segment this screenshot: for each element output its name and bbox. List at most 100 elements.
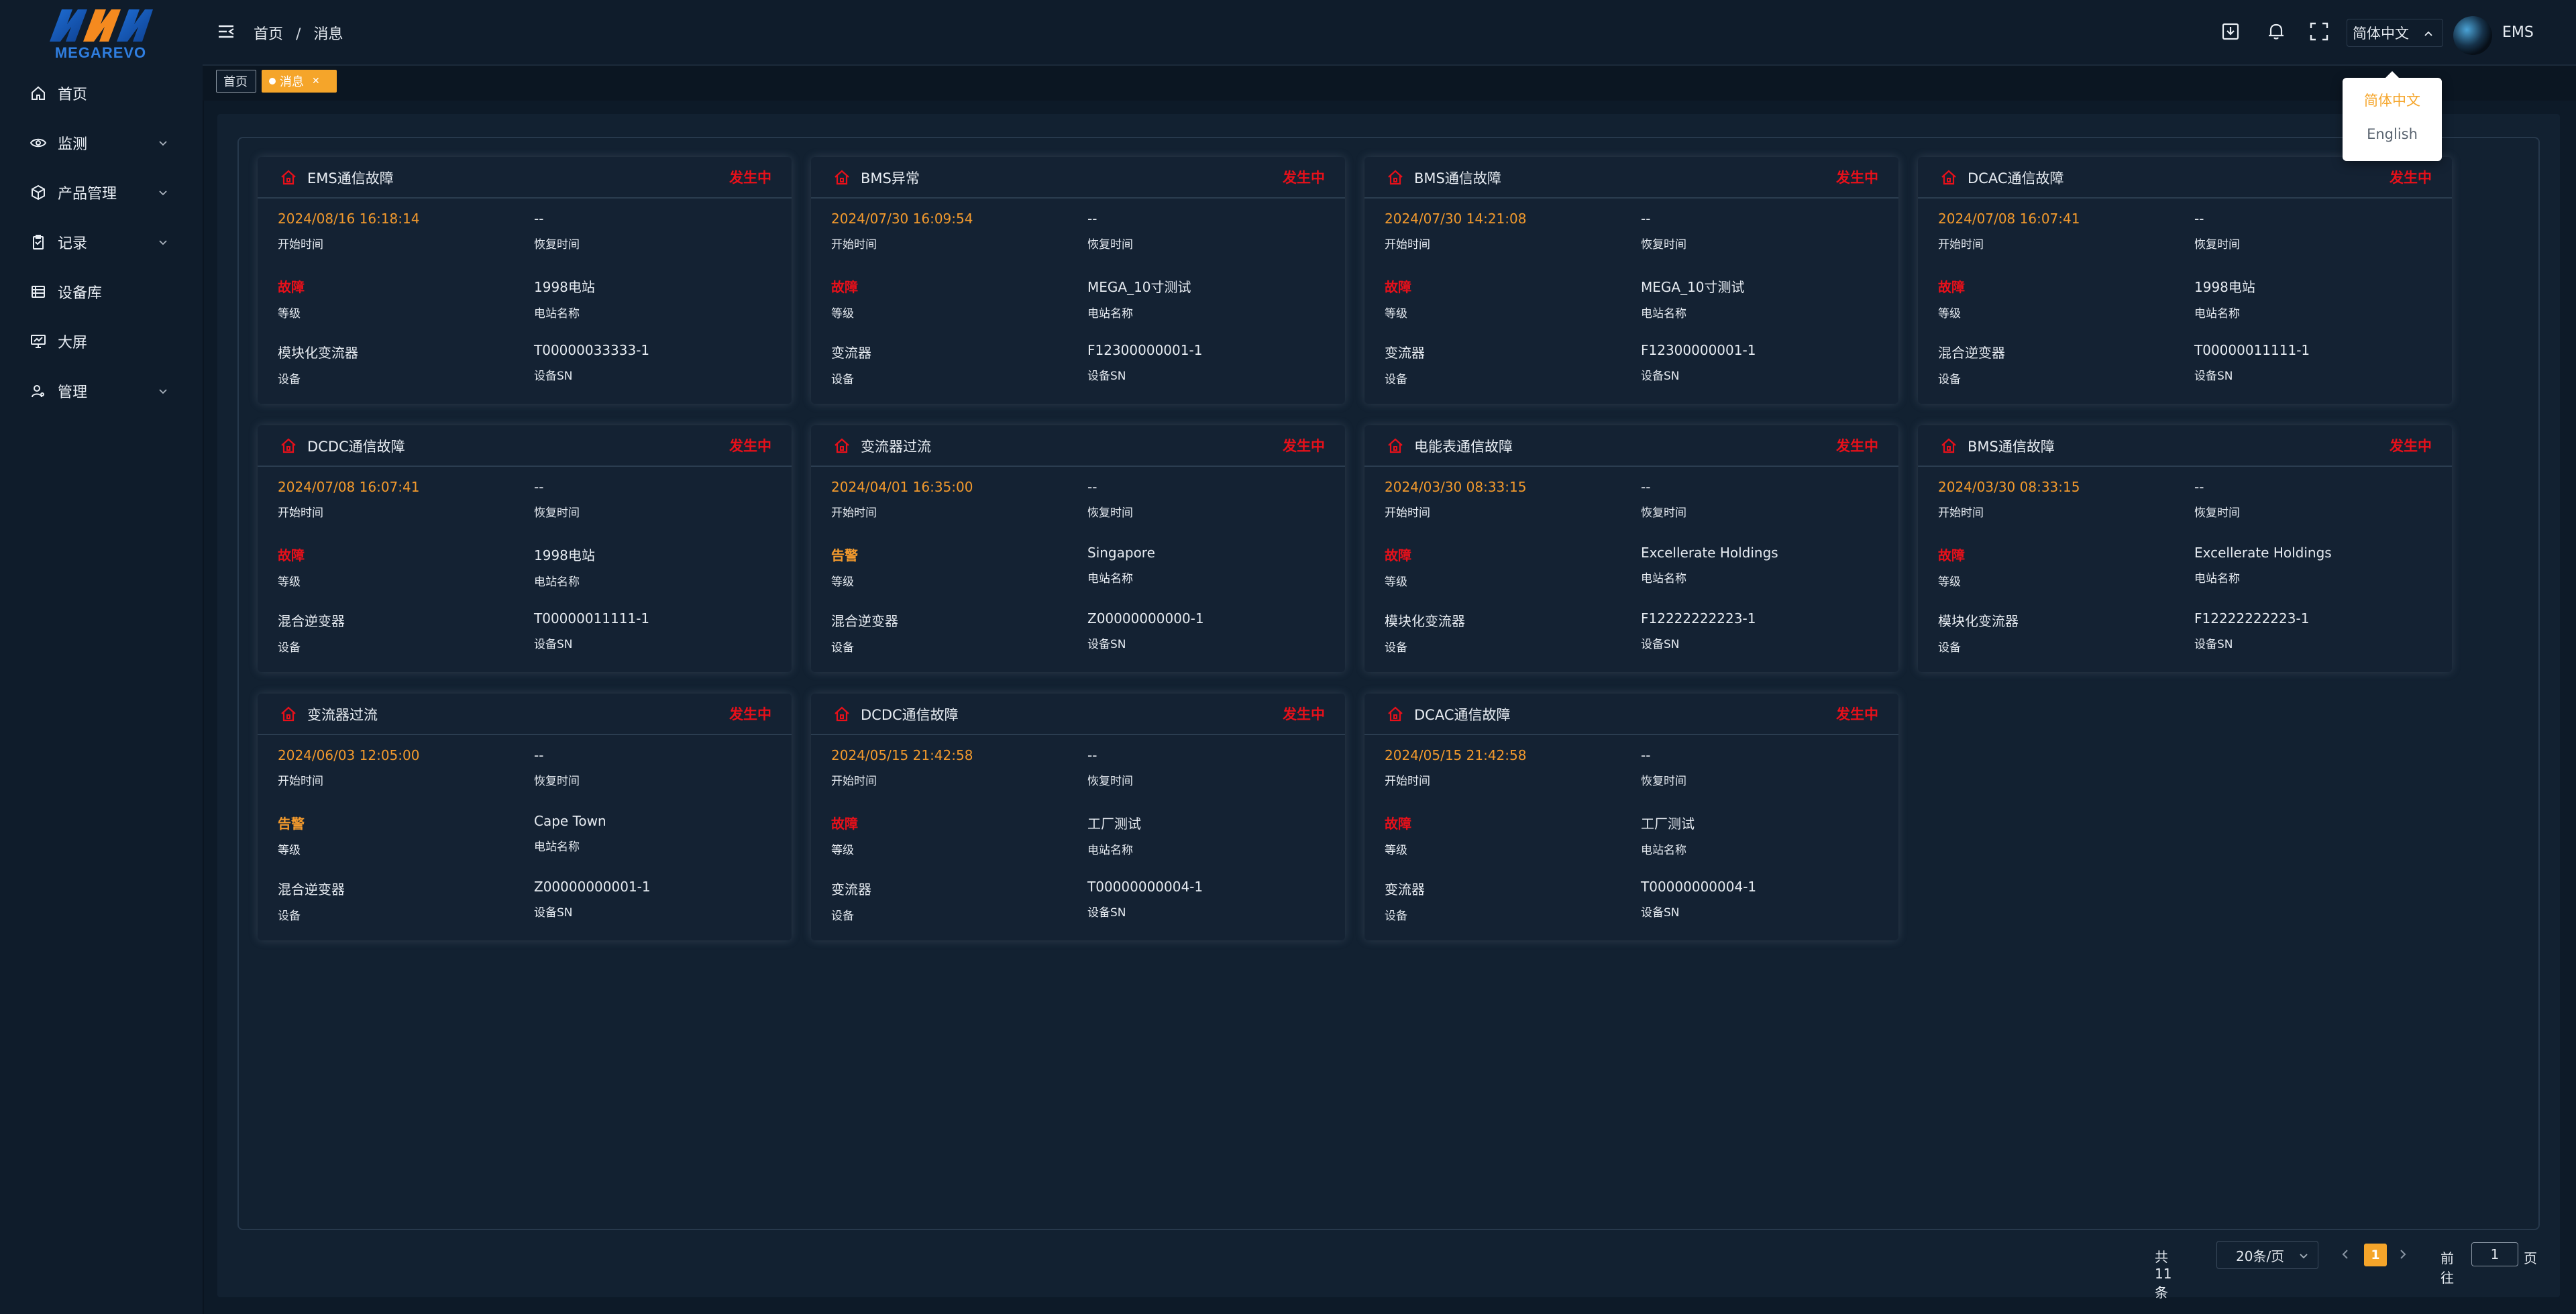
sidebar-item-monitor[interactable]: 监测: [0, 118, 203, 168]
device-field: 混合逆变器 设备: [278, 610, 345, 655]
sidebar-item-label: 首页: [58, 87, 88, 103]
message-card[interactable]: EMS通信故障 发生中 2024/08/16 16:18:14 开始时间 -- …: [258, 157, 792, 404]
start-time-label: 开始时间: [831, 506, 877, 520]
message-card[interactable]: BMS异常 发生中 2024/07/30 16:09:54 开始时间 -- 恢复…: [811, 157, 1345, 404]
station-label: 电站名称: [534, 576, 580, 589]
message-card[interactable]: DCDC通信故障 发生中 2024/07/08 16:07:41 开始时间 --…: [258, 425, 792, 672]
card-status: 发生中: [1836, 170, 1878, 186]
card-status: 发生中: [1836, 438, 1878, 454]
card-header: DCAC通信故障 发生中: [1918, 157, 2452, 199]
card-status: 发生中: [1283, 706, 1325, 722]
sidebar-item-label: 设备库: [58, 285, 103, 302]
message-card[interactable]: 变流器过流 发生中 2024/06/03 12:05:00 开始时间 -- 恢复…: [258, 694, 792, 940]
avatar[interactable]: [2453, 16, 2492, 55]
message-card[interactable]: DCAC通信故障 发生中 2024/07/08 16:07:41 开始时间 --…: [1918, 157, 2452, 404]
card-title: EMS通信故障: [307, 170, 394, 186]
bell-icon[interactable]: [2266, 21, 2286, 42]
sidebar-item-big-screen[interactable]: 大屏: [0, 317, 203, 366]
station-field: MEGA_10寸测试 电站名称: [1641, 276, 1745, 321]
sn-value: F12300000001-1: [1087, 342, 1203, 358]
device-value: 变流器: [1385, 881, 1425, 897]
start-time-label: 开始时间: [1385, 238, 1430, 252]
page-size-select[interactable]: 20条/页: [2216, 1241, 2318, 1269]
station-value: MEGA_10寸测试: [1087, 279, 1191, 295]
level-label: 等级: [1938, 307, 1961, 321]
start-time-value: 2024/07/08 16:07:41: [278, 479, 420, 495]
sn-field: Z00000000001-1 设备SN: [534, 879, 651, 920]
level-value: 告警: [278, 816, 305, 832]
level-label: 等级: [1938, 576, 1961, 589]
level-field: 故障 等级: [1938, 545, 1965, 589]
sn-field: F12222222223-1 设备SN: [2194, 610, 2309, 651]
sidebar-item-product[interactable]: 产品管理: [0, 168, 203, 217]
card-title: BMS异常: [861, 170, 920, 186]
station-label: 电站名称: [534, 840, 580, 854]
username[interactable]: EMS: [2502, 24, 2534, 41]
level-field: 故障 等级: [831, 813, 858, 857]
goto-page-input[interactable]: [2471, 1242, 2518, 1266]
document-download-icon[interactable]: [2220, 21, 2241, 42]
page-number-1[interactable]: 1: [2364, 1244, 2387, 1266]
language-select[interactable]: 简体中文: [2347, 19, 2443, 47]
device-label: 设备: [278, 373, 301, 386]
close-icon[interactable]: ✕: [312, 76, 320, 87]
device-label: 设备: [831, 373, 854, 386]
recover-time-label: 恢复时间: [1087, 238, 1133, 252]
sidebar-item-device-library[interactable]: 设备库: [0, 267, 203, 317]
device-field: 混合逆变器 设备: [831, 610, 898, 655]
message-card[interactable]: BMS通信故障 发生中 2024/07/30 14:21:08 开始时间 -- …: [1364, 157, 1898, 404]
recover-time-value: --: [1087, 747, 1097, 763]
chevron-down-icon: [159, 240, 167, 245]
tag-label: 消息: [280, 75, 304, 89]
device-label: 设备: [1385, 910, 1407, 923]
message-card[interactable]: DCAC通信故障 发生中 2024/05/15 21:42:58 开始时间 --…: [1364, 694, 1898, 940]
sidebar-item-home[interactable]: 首页: [0, 68, 203, 118]
sn-label: 设备SN: [534, 906, 573, 920]
home-alert-icon: [1388, 170, 1403, 185]
recover-time-value: --: [1641, 479, 1651, 495]
prev-page-icon[interactable]: [2337, 1245, 2353, 1264]
card-header: BMS异常 发生中: [811, 157, 1345, 199]
card-status: 发生中: [1283, 170, 1325, 186]
sidebar-item-records[interactable]: 记录: [0, 217, 203, 267]
language-option-en[interactable]: English: [2343, 126, 2442, 142]
start-time-label: 开始时间: [1385, 775, 1430, 788]
message-card[interactable]: DCDC通信故障 发生中 2024/05/15 21:42:58 开始时间 --…: [811, 694, 1345, 940]
station-value: Singapore: [1087, 545, 1155, 561]
sidebar-item-management[interactable]: 管理: [0, 366, 203, 416]
menu-fold-icon[interactable]: [217, 23, 235, 40]
station-field: 1998电站 电站名称: [534, 276, 595, 321]
sn-value: T00000033333-1: [534, 342, 650, 358]
message-card[interactable]: BMS通信故障 发生中 2024/03/30 08:33:15 开始时间 -- …: [1918, 425, 2452, 672]
tag-active-dot: [269, 78, 276, 85]
start-time-label: 开始时间: [278, 238, 323, 252]
screen-icon: [30, 333, 47, 350]
message-card[interactable]: 变流器过流 发生中 2024/04/01 16:35:00 开始时间 -- 恢复…: [811, 425, 1345, 672]
start-time-value: 2024/08/16 16:18:14: [278, 211, 420, 227]
station-field: 工厂测试 电站名称: [1087, 813, 1141, 857]
level-label: 等级: [831, 576, 854, 589]
station-value: 工厂测试: [1641, 816, 1695, 832]
tag-messages[interactable]: 消息 ✕: [262, 70, 337, 93]
fullscreen-icon[interactable]: [2309, 21, 2329, 42]
language-option-zh[interactable]: 简体中文: [2343, 90, 2442, 110]
sidebar-item-label: 记录: [58, 235, 88, 252]
card-title: 变流器过流: [307, 707, 378, 723]
brand-logo[interactable]: MEGAREVO: [47, 7, 154, 61]
next-page-icon[interactable]: [2395, 1245, 2411, 1264]
message-card[interactable]: 电能表通信故障 发生中 2024/03/30 08:33:15 开始时间 -- …: [1364, 425, 1898, 672]
megarevo-logo-icon: [50, 9, 153, 42]
tag-home[interactable]: 首页: [216, 70, 256, 93]
sn-field: T00000000004-1 设备SN: [1087, 879, 1203, 920]
start-time-field: 2024/03/30 08:33:15 开始时间: [1385, 479, 1526, 520]
sn-label: 设备SN: [1641, 370, 1680, 383]
box-icon: [30, 184, 47, 201]
card-header: DCDC通信故障 发生中: [811, 694, 1345, 735]
station-label: 电站名称: [534, 307, 580, 321]
breadcrumb-home[interactable]: 首页: [254, 26, 283, 43]
card-header: BMS通信故障 发生中: [1364, 157, 1898, 199]
sidebar-item-label: 监测: [58, 136, 88, 153]
list-icon: [30, 283, 47, 300]
start-time-value: 2024/07/08 16:07:41: [1938, 211, 2080, 227]
breadcrumb-current: 消息: [313, 26, 343, 43]
